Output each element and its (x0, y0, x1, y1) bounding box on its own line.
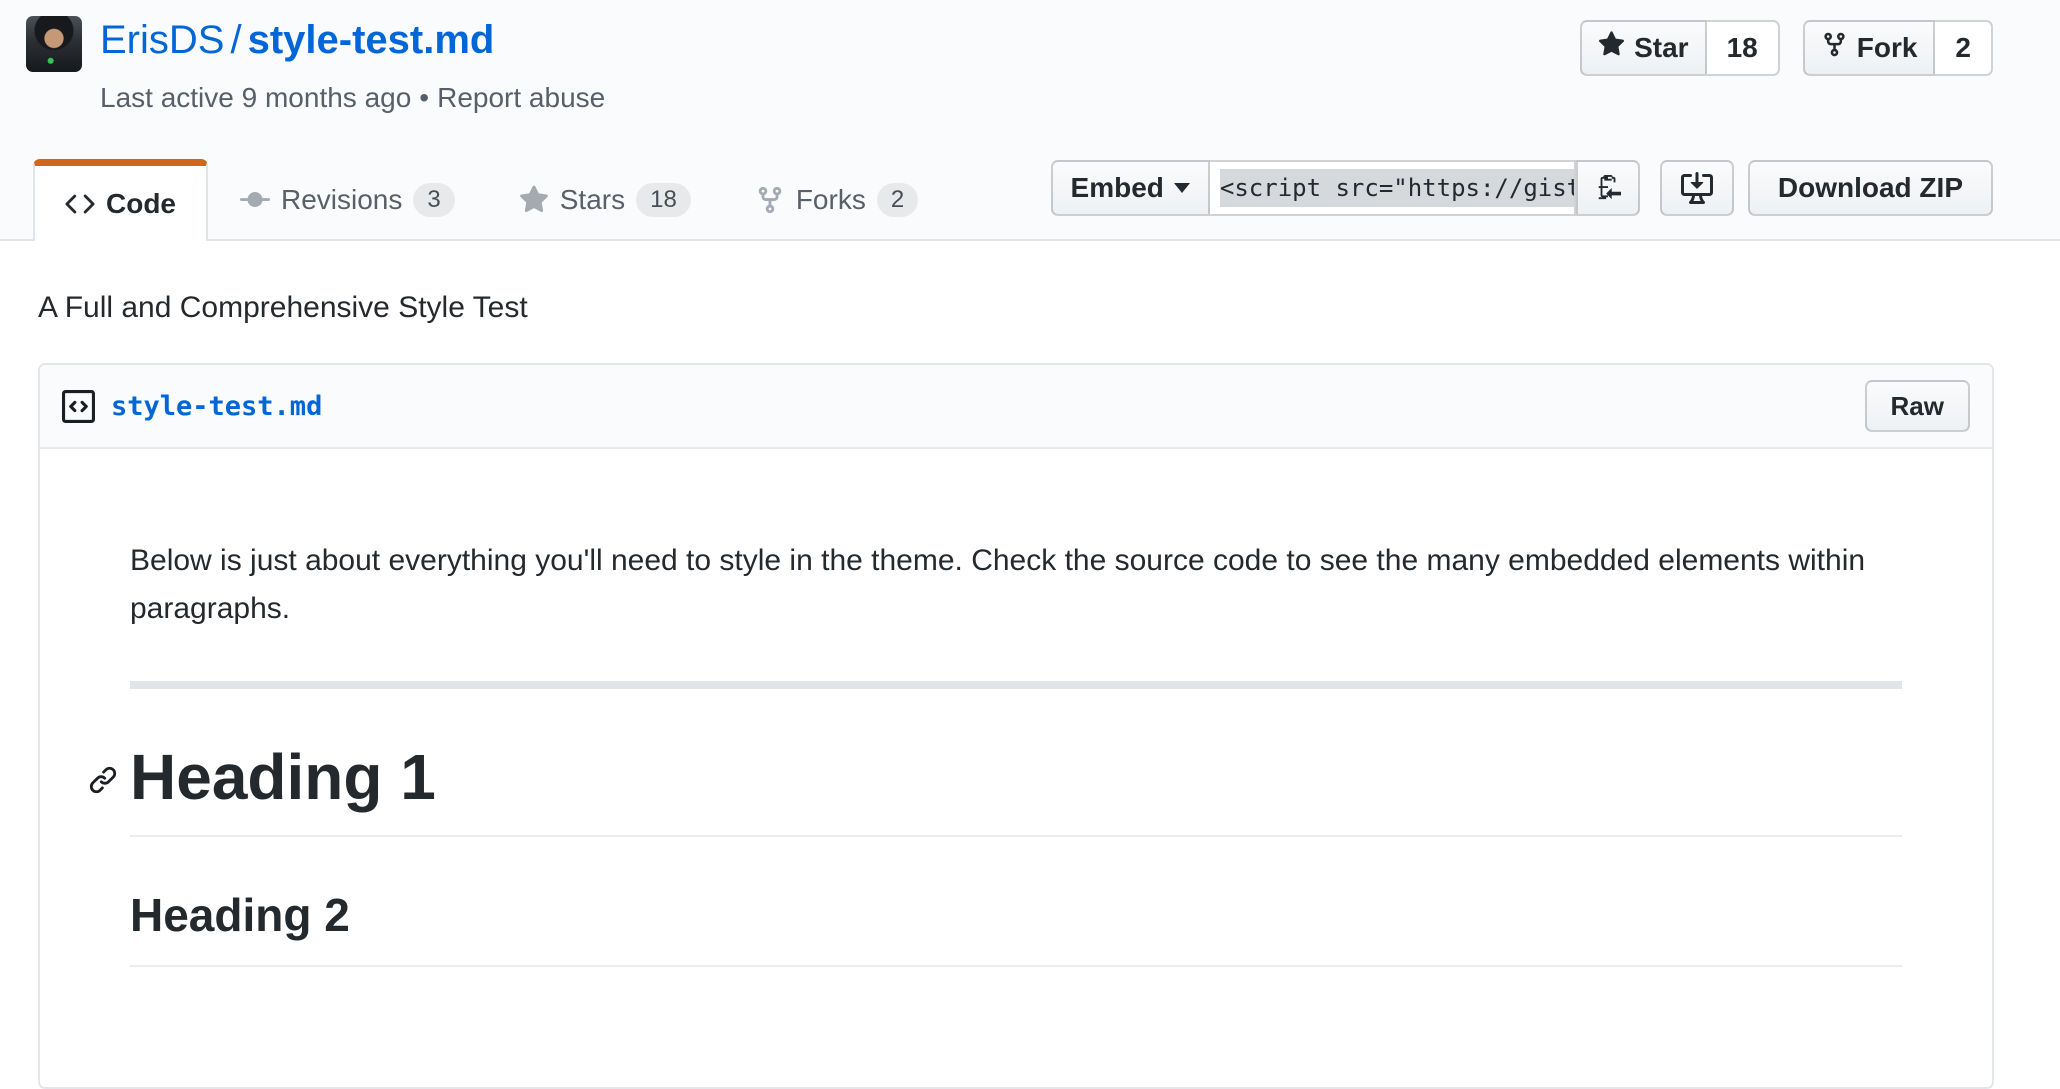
embed-snippet-value: <script src="https://gist. (1220, 169, 1576, 207)
heading-2-text: Heading 2 (130, 889, 350, 941)
desktop-download-button[interactable] (1660, 160, 1734, 216)
heading-2: Heading 2 (130, 887, 1902, 967)
markdown-body: Below is just about everything you'll ne… (40, 449, 1992, 1087)
embed-dropdown-button[interactable]: Embed (1051, 160, 1210, 216)
commit-icon (240, 185, 270, 215)
tab-code[interactable]: Code (33, 159, 208, 241)
star-icon (519, 185, 549, 215)
embed-dropdown-label: Embed (1071, 172, 1164, 204)
fork-button-group: Fork 2 (1803, 20, 1993, 76)
tab-stars[interactable]: Stars 18 (487, 159, 723, 241)
fork-icon (755, 185, 785, 215)
gist-name-link[interactable]: style-test.md (248, 18, 495, 62)
horizontal-rule (130, 681, 1902, 689)
meta-dot: • (411, 82, 437, 113)
report-abuse-link[interactable]: Report abuse (437, 82, 605, 113)
tab-stars-count: 18 (636, 183, 691, 218)
tab-revisions-count: 3 (413, 183, 454, 218)
tab-revisions[interactable]: Revisions 3 (208, 159, 487, 241)
fork-count[interactable]: 2 (1935, 20, 1993, 76)
owner-link[interactable]: ErisDS (100, 18, 224, 62)
tab-forks[interactable]: Forks 2 (723, 159, 950, 241)
tab-code-label: Code (106, 188, 176, 220)
anchor-link-icon[interactable] (88, 765, 118, 795)
file-code-icon (62, 390, 95, 423)
tab-forks-label: Forks (796, 184, 866, 216)
star-button[interactable]: Star (1580, 20, 1706, 76)
file-name-link[interactable]: style-test.md (111, 391, 322, 422)
file-box: style-test.md Raw Below is just about ev… (38, 363, 1994, 1089)
gist-title: ErisDS/style-test.md (100, 18, 494, 63)
embed-toolbar: Embed <script src="https://gist. Downloa… (1051, 160, 1993, 216)
fork-button[interactable]: Fork (1803, 20, 1936, 76)
gist-description: A Full and Comprehensive Style Test (38, 291, 2060, 325)
raw-button[interactable]: Raw (1865, 380, 1970, 432)
file-header: style-test.md Raw (40, 365, 1992, 449)
star-count[interactable]: 18 (1707, 20, 1780, 76)
code-icon (65, 189, 95, 219)
last-active-text: Last active 9 months ago (100, 82, 411, 113)
chevron-down-icon (1174, 183, 1190, 193)
tab-nav: Code Revisions 3 Stars 18 Forks 2 (33, 159, 950, 241)
download-zip-button[interactable]: Download ZIP (1748, 160, 1993, 216)
social-buttons: Star 18 Fork 2 (1580, 20, 1993, 76)
embed-snippet-input[interactable]: <script src="https://gist. (1210, 160, 1576, 216)
page-header-band: ErisDS/style-test.md Last active 9 month… (0, 0, 2060, 241)
star-button-label: Star (1634, 32, 1688, 64)
heading-1-text: Heading 1 (130, 741, 436, 813)
desktop-download-icon (1681, 172, 1713, 204)
fork-button-label: Fork (1857, 32, 1918, 64)
star-icon (1598, 31, 1625, 65)
intro-paragraph: Below is just about everything you'll ne… (130, 537, 1902, 633)
heading-1: Heading 1 (130, 737, 1902, 837)
avatar[interactable] (26, 16, 82, 72)
star-button-group: Star 18 (1580, 20, 1780, 76)
gist-meta: Last active 9 months ago•Report abuse (100, 82, 605, 114)
tab-forks-count: 2 (877, 183, 918, 218)
copy-to-clipboard-button[interactable] (1576, 160, 1640, 216)
tab-stars-label: Stars (560, 184, 625, 216)
tab-revisions-label: Revisions (281, 184, 402, 216)
title-separator: / (224, 18, 247, 62)
gist-main: A Full and Comprehensive Style Test styl… (0, 241, 2060, 1089)
clipboard-icon (1595, 173, 1621, 203)
fork-icon (1821, 31, 1848, 65)
